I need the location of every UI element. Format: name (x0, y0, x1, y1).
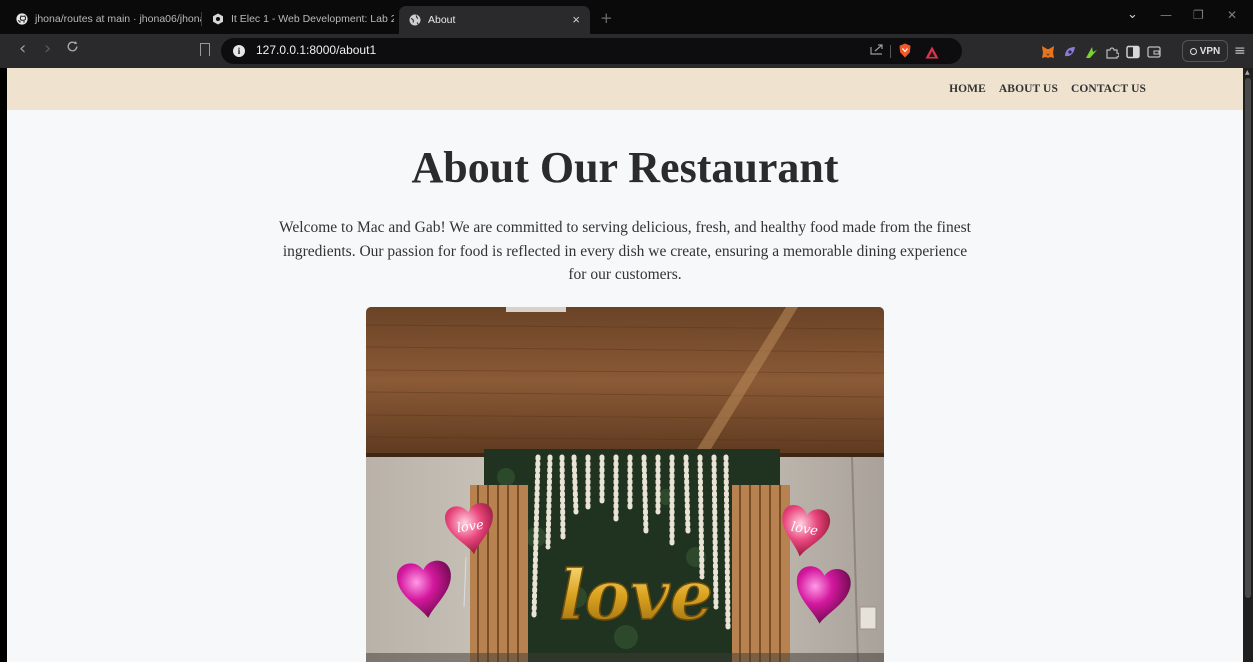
page-title: About Our Restaurant (411, 143, 839, 192)
bookmark-icon[interactable] (200, 43, 210, 56)
github-icon (16, 13, 28, 25)
intro-paragraph: Welcome to Mac and Gab! We are committed… (279, 219, 971, 283)
scrollbar-thumb[interactable] (1245, 78, 1251, 598)
vpn-button[interactable]: VPN (1182, 40, 1228, 62)
tab-search-dropdown-icon[interactable]: ⌄ (1127, 7, 1138, 22)
brave-rewards-icon[interactable] (925, 44, 939, 63)
extension-purple-icon[interactable] (1063, 44, 1077, 58)
forward-button[interactable]: › (44, 38, 51, 59)
url-text[interactable]: 127.0.0.1:8000/about1 (256, 43, 376, 57)
browser-tab-strip: jhona/routes at main · jhona06/jhona It … (0, 0, 1253, 34)
site-nav-links: HOME ABOUT US CONTACT US (949, 83, 1146, 95)
restaurant-photo: love love love (366, 307, 884, 662)
site-info-icon[interactable]: i (233, 45, 245, 57)
tab-title: It Elec 1 - Web Development: Lab 2 (231, 13, 394, 25)
address-bar[interactable]: i 127.0.0.1:8000/about1 (221, 38, 962, 64)
tab-title: jhona/routes at main · jhona06/jhona (35, 13, 202, 25)
nav-link-contact-us[interactable]: CONTACT US (1071, 83, 1146, 95)
tab-separator (201, 12, 202, 26)
share-icon[interactable] (870, 43, 884, 58)
restore-button[interactable]: ❐ (1193, 8, 1204, 22)
browser-menu-icon[interactable]: ≡ (1234, 43, 1246, 59)
nav-link-about-us[interactable]: ABOUT US (999, 83, 1058, 95)
minimize-button[interactable]: — (1160, 8, 1172, 22)
brave-shields-icon[interactable] (898, 43, 912, 62)
back-button[interactable]: ‹ (19, 38, 26, 59)
page-viewport: HOME ABOUT US CONTACT US About Our Resta… (7, 68, 1243, 662)
course-icon (212, 13, 224, 25)
reload-icon (67, 41, 78, 52)
tab-github[interactable]: jhona/routes at main · jhona06/jhona (16, 7, 202, 31)
wallet-icon[interactable] (1147, 44, 1161, 58)
reload-button[interactable] (66, 40, 79, 57)
tab-title: About (428, 14, 456, 26)
metamask-extension-icon[interactable] (1041, 44, 1055, 58)
extensions-puzzle-icon[interactable] (1105, 44, 1120, 59)
globe-icon (409, 14, 421, 26)
vpn-label: VPN (1199, 45, 1221, 57)
scroll-up-arrow-icon[interactable]: ▲ (1245, 69, 1250, 76)
extension-green-icon[interactable] (1084, 44, 1098, 58)
sidebar-toggle-icon[interactable] (1126, 44, 1140, 59)
love-balloon-text: love (559, 556, 713, 636)
vpn-status-icon (1189, 47, 1197, 55)
nav-link-home[interactable]: HOME (949, 83, 986, 95)
site-navbar: HOME ABOUT US CONTACT US (7, 68, 1243, 110)
new-tab-button[interactable]: + (600, 9, 613, 27)
browser-toolbar: ‹ › i 127.0.0.1:8000/about1 VPN ≡ (0, 34, 1253, 68)
close-window-button[interactable]: ✕ (1227, 8, 1237, 22)
tab-about-active[interactable]: About × (399, 6, 590, 34)
close-tab-icon[interactable]: × (572, 12, 580, 27)
tab-course[interactable]: It Elec 1 - Web Development: Lab 2 (212, 7, 394, 31)
address-divider (890, 45, 891, 58)
